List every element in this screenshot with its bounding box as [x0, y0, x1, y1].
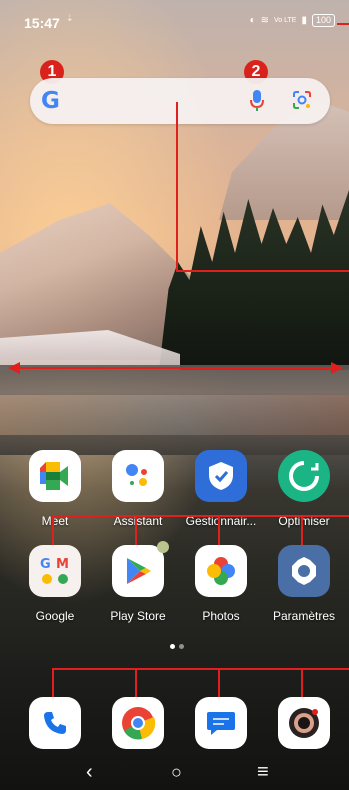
google-search-bar[interactable]: G: [30, 78, 330, 124]
nfc-icon: ◐: [249, 15, 256, 26]
home-button[interactable]: ○: [171, 762, 182, 782]
callout-tick: [135, 515, 137, 545]
status-time: 15:47: [24, 15, 60, 31]
status-bar[interactable]: 15:47 ⇣ ◐ ≋ Vo LTE ▮ 100: [0, 0, 349, 44]
dock-camera[interactable]: [264, 697, 344, 749]
callout-tick: [301, 515, 303, 545]
back-button[interactable]: ‹: [86, 762, 93, 782]
google-lens-icon[interactable]: [291, 89, 313, 116]
wifi-icon: ≋: [260, 15, 269, 26]
navigation-bar: ‹ ○ ≡: [0, 752, 349, 790]
assistant-icon: [112, 450, 164, 502]
app-google-folder[interactable]: G M Google: [15, 545, 95, 623]
photos-icon: [195, 545, 247, 597]
battery-level: 100: [315, 15, 331, 25]
app-label: Photos: [202, 609, 240, 623]
callout-line-search: [176, 102, 178, 272]
phone-manager-icon: [195, 450, 247, 502]
callout-swipe-line: [18, 367, 332, 369]
app-label: Paramètres: [272, 609, 336, 623]
app-play-store[interactable]: Play Store: [98, 541, 178, 623]
svg-text:G: G: [40, 557, 51, 572]
phone-icon: [29, 697, 81, 749]
callout-tick: [301, 668, 303, 698]
callout-line-row2: [52, 515, 349, 517]
play-store-icon: [112, 541, 169, 597]
svg-text:M: M: [56, 557, 69, 572]
callout-tick: [218, 668, 220, 698]
camera-icon: [278, 697, 330, 749]
optimiser-icon: [278, 450, 330, 502]
google-folder-icon: G M: [29, 545, 81, 597]
swipe-left-arrow-icon: [8, 362, 20, 374]
network-label: Vo LTE: [274, 16, 297, 24]
google-logo-icon[interactable]: G: [41, 89, 60, 113]
page-dot: [179, 644, 184, 649]
app-label: Google: [35, 609, 75, 623]
callout-tick: [52, 515, 54, 545]
callout-line-dock: [52, 668, 349, 670]
callout-tick: [135, 668, 137, 698]
app-label: Play Store: [110, 609, 166, 623]
messages-icon: [195, 697, 247, 749]
settings-icon: [278, 545, 330, 597]
callout-tick: [218, 515, 220, 545]
callout-line-search-h: [176, 270, 349, 272]
page-indicator[interactable]: [170, 644, 184, 649]
callout-tick: [52, 668, 54, 698]
dock-phone[interactable]: [15, 697, 95, 749]
mic-icon[interactable]: [249, 88, 265, 119]
meet-icon: [29, 450, 81, 502]
notification-dot-icon: [157, 541, 169, 553]
notification-icon: ⇣: [66, 13, 74, 23]
app-settings[interactable]: Paramètres: [264, 545, 344, 623]
swipe-right-arrow-icon: [331, 362, 343, 374]
recents-button[interactable]: ≡: [257, 762, 269, 782]
app-photos[interactable]: Photos: [181, 545, 261, 623]
signal-icon: ▮: [301, 15, 307, 26]
status-bar-callout: [337, 23, 349, 25]
page-dot-active: [170, 644, 175, 649]
dock-chrome[interactable]: [98, 697, 178, 749]
status-icons: ◐ ≋ Vo LTE ▮ 100: [250, 14, 335, 27]
chrome-icon: [112, 697, 164, 749]
battery-icon: 100: [311, 14, 335, 27]
dock-messages[interactable]: [181, 697, 261, 749]
wallpaper-lake-glow: [0, 395, 349, 435]
home-screen: 15:47 ⇣ ◐ ≋ Vo LTE ▮ 100 1 2 G Meet Assi…: [0, 0, 349, 790]
